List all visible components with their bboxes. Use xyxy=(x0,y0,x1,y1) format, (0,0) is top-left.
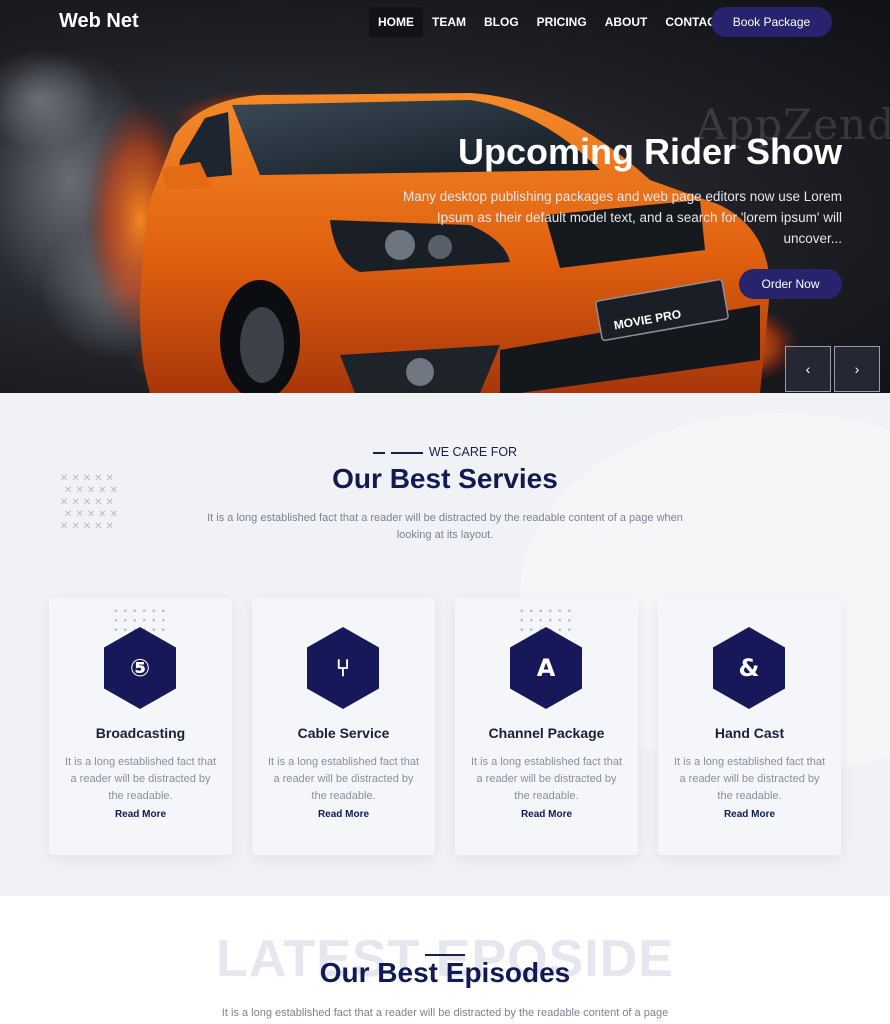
card-title: Hand Cast xyxy=(714,725,785,741)
main-nav: HOME TEAM BLOG PRICING ABOUT CONTACT xyxy=(369,7,732,37)
chevron-left-icon: ‹ xyxy=(805,361,811,377)
chevron-right-icon: › xyxy=(854,361,860,377)
service-card-hand-cast: & Hand Cast It is a long established fac… xyxy=(658,598,841,855)
episodes-section: LATEST EPOSIDE Our Best Episodes It is a… xyxy=(0,896,890,1024)
episodes-title: Our Best Episodes xyxy=(319,957,571,988)
card-title: Channel Package xyxy=(488,725,605,741)
nav-team[interactable]: TEAM xyxy=(423,7,475,37)
book-package-button[interactable]: Book Package xyxy=(711,7,832,37)
services-section: ✕✕✕✕✕ ✕✕✕✕✕ ✕✕✕✕✕ ✕✕✕✕✕ ✕✕✕✕✕ WE CARE FO… xyxy=(0,393,890,896)
nav-about[interactable]: ABOUT xyxy=(596,7,657,37)
cable-icon: ⑂ xyxy=(307,627,379,709)
section-subtitle-text: WE CARE FOR xyxy=(428,445,518,459)
service-card-cable: ⑂ Cable Service It is a long established… xyxy=(252,598,435,855)
order-now-button[interactable]: Order Now xyxy=(739,269,842,299)
dash-decoration xyxy=(390,451,423,454)
section-description: It is a long established fact that a rea… xyxy=(207,512,683,541)
card-text: It is a long established fact that a rea… xyxy=(64,756,217,802)
broadcast-icon: ⑤ xyxy=(104,627,176,709)
slider-next-button[interactable]: › xyxy=(834,346,880,392)
card-title: Broadcasting xyxy=(95,725,186,741)
card-title: Cable Service xyxy=(297,725,390,741)
dash-decoration xyxy=(425,954,465,956)
nav-pricing[interactable]: PRICING xyxy=(528,7,596,37)
nav-blog[interactable]: BLOG xyxy=(475,7,528,37)
hero-title: Upcoming Rider Show xyxy=(457,131,842,172)
brand-logo[interactable]: Web Net xyxy=(59,10,139,33)
episodes-description: It is a long established fact that a rea… xyxy=(221,1007,669,1019)
card-text: It is a long established fact that a rea… xyxy=(267,756,420,802)
card-text: It is a long established fact that a rea… xyxy=(470,756,623,802)
service-card-broadcasting: ⑤ Broadcasting It is a long established … xyxy=(49,598,232,855)
handcast-icon: & xyxy=(713,627,785,709)
hero-description: Many desktop publishing packages and web… xyxy=(402,189,842,246)
read-more-link[interactable]: Read More xyxy=(658,809,841,820)
read-more-link[interactable]: Read More xyxy=(252,809,435,820)
section-subtitle: WE CARE FOR xyxy=(0,445,890,459)
service-card-channel-package: A Channel Package It is a long establish… xyxy=(455,598,638,855)
section-title: Our Best Servies xyxy=(332,463,558,494)
channel-icon: A xyxy=(510,627,582,709)
read-more-link[interactable]: Read More xyxy=(49,809,232,820)
hero-banner: MOVIE PRO Web Net HOME TEAM BLOG PRICING… xyxy=(0,0,890,393)
nav-home[interactable]: HOME xyxy=(369,7,423,37)
read-more-link[interactable]: Read More xyxy=(455,809,638,820)
slider-prev-button[interactable]: ‹ xyxy=(785,346,831,392)
dash-decoration xyxy=(372,451,385,454)
card-text: It is a long established fact that a rea… xyxy=(673,756,826,802)
top-navbar: Web Net HOME TEAM BLOG PRICING ABOUT CON… xyxy=(0,0,890,44)
